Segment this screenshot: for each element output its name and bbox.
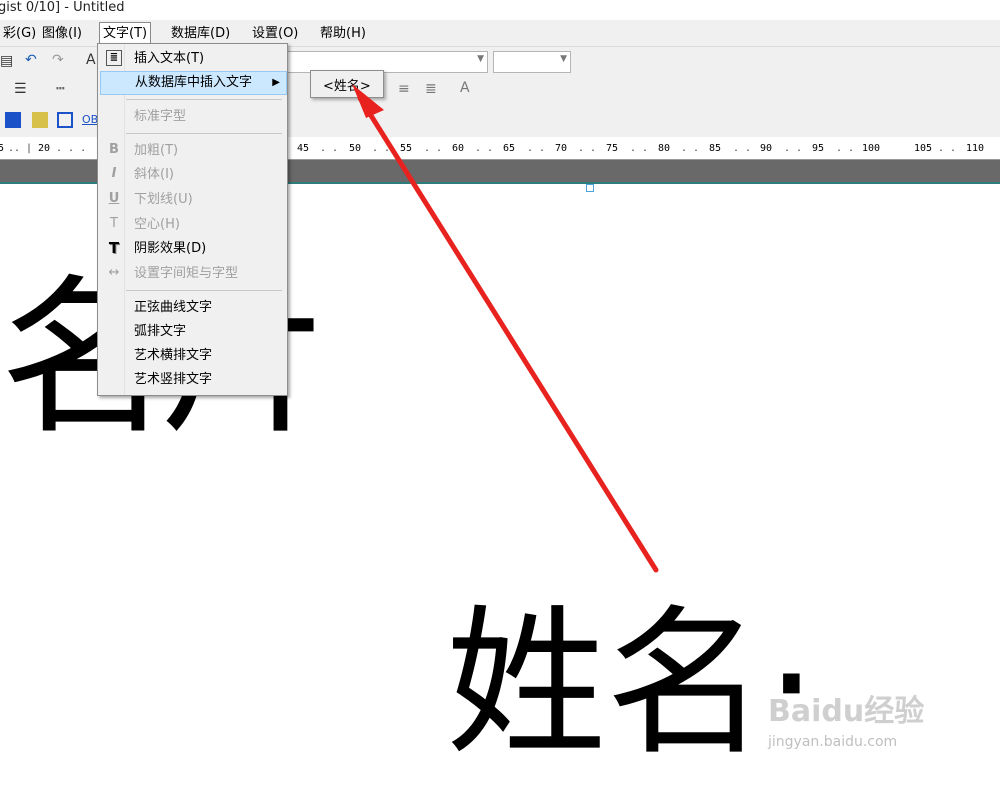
arrow-shaft	[357, 95, 659, 573]
arrow-head	[352, 84, 384, 118]
red-annotation-arrow	[352, 84, 659, 573]
